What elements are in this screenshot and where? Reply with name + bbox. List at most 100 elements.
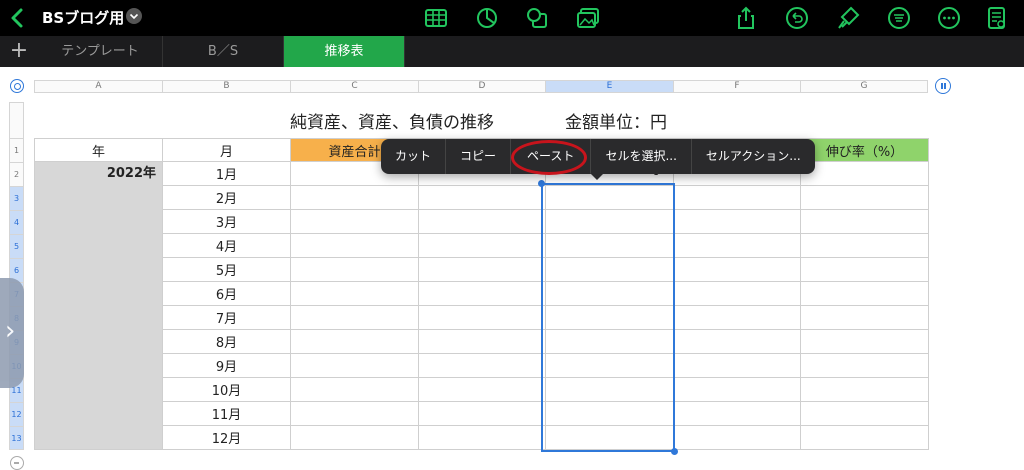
table-cell[interactable] — [290, 257, 419, 282]
select-all-icon[interactable] — [10, 79, 24, 93]
row-header-3[interactable]: 3 — [9, 186, 24, 210]
table-cell[interactable] — [800, 425, 929, 450]
column-header-b[interactable]: B — [162, 80, 290, 93]
month-cell[interactable]: 1月 — [162, 161, 291, 186]
table-cell[interactable] — [418, 209, 546, 234]
year-cell[interactable]: 2022年 — [34, 161, 163, 450]
menu-item-select-cells[interactable]: セルを選択... — [591, 139, 692, 174]
row-header-1[interactable]: 1 — [9, 138, 24, 162]
freeze-columns-icon[interactable] — [935, 78, 951, 94]
table-cell[interactable] — [418, 257, 546, 282]
month-cell[interactable]: 6月 — [162, 281, 291, 306]
table-icon[interactable] — [423, 5, 449, 31]
format-brush-icon[interactable] — [835, 5, 861, 31]
table-cell[interactable] — [418, 233, 546, 258]
table-cell[interactable] — [290, 233, 419, 258]
sidebar-toggle[interactable]: › — [0, 278, 24, 388]
list-icon[interactable] — [886, 5, 912, 31]
month-cell[interactable]: 9月 — [162, 353, 291, 378]
column-header-g[interactable]: G — [800, 80, 928, 93]
month-cell[interactable]: 12月 — [162, 425, 291, 450]
menu-item-cut[interactable]: カット — [381, 139, 447, 174]
month-cell[interactable]: 5月 — [162, 257, 291, 282]
back-chevron-icon[interactable] — [8, 6, 28, 30]
remove-row-icon[interactable] — [10, 456, 24, 470]
table-cell[interactable] — [800, 233, 929, 258]
table-cell[interactable] — [290, 353, 419, 378]
table-cell[interactable] — [290, 401, 419, 426]
tab-transition[interactable]: 推移表 — [284, 36, 405, 67]
month-cell[interactable]: 11月 — [162, 401, 291, 426]
row-header-4[interactable]: 4 — [9, 210, 24, 234]
menu-item-copy[interactable]: コピー — [446, 139, 512, 174]
month-cell[interactable]: 10月 — [162, 377, 291, 402]
add-sheet-icon[interactable]: + — [0, 36, 38, 67]
month-cell[interactable]: 2月 — [162, 185, 291, 210]
undo-icon[interactable] — [784, 5, 810, 31]
table-cell[interactable] — [800, 209, 929, 234]
table-cell[interactable] — [800, 305, 929, 330]
column-header-c[interactable]: C — [290, 80, 418, 93]
table-cell[interactable] — [418, 377, 546, 402]
table-cell[interactable] — [800, 377, 929, 402]
table-cell[interactable] — [673, 353, 801, 378]
media-icon[interactable] — [575, 5, 601, 31]
table-cell[interactable] — [673, 257, 801, 282]
table-cell[interactable] — [800, 161, 929, 186]
table-cell[interactable] — [290, 329, 419, 354]
selection-handle-top[interactable] — [538, 180, 545, 187]
table-cell[interactable] — [673, 305, 801, 330]
table-cell[interactable] — [418, 401, 546, 426]
table-cell[interactable] — [800, 281, 929, 306]
table-cell[interactable] — [800, 353, 929, 378]
row-header-12[interactable]: 12 — [9, 402, 24, 426]
table-cell[interactable] — [673, 185, 801, 210]
table-cell[interactable] — [290, 305, 419, 330]
header-month[interactable]: 月 — [162, 138, 291, 162]
header-year[interactable]: 年 — [34, 138, 163, 162]
column-header-e[interactable]: E — [545, 80, 673, 93]
sheet-title[interactable]: 純資産、資産、負債の推移 — [290, 108, 494, 133]
table-cell[interactable] — [290, 185, 419, 210]
tab-bs[interactable]: B／S — [163, 36, 284, 67]
row-header-2[interactable]: 2 — [9, 162, 24, 186]
menu-item-cell-actions[interactable]: セルアクション... — [692, 139, 815, 174]
month-cell[interactable]: 3月 — [162, 209, 291, 234]
column-header-f[interactable]: F — [673, 80, 800, 93]
table-cell[interactable] — [418, 353, 546, 378]
table-cell[interactable] — [673, 425, 801, 450]
table-cell[interactable] — [673, 209, 801, 234]
share-icon[interactable] — [733, 5, 759, 31]
table-cell[interactable] — [673, 401, 801, 426]
unit-label[interactable]: 金額単位：円 — [565, 108, 667, 133]
table-cell[interactable] — [290, 377, 419, 402]
table-cell[interactable] — [418, 305, 546, 330]
shape-icon[interactable] — [524, 5, 550, 31]
table-cell[interactable] — [673, 281, 801, 306]
selection-handle-bottom[interactable] — [671, 448, 678, 455]
column-header-a[interactable]: A — [34, 80, 162, 93]
document-title[interactable]: BSブログ用 — [42, 7, 124, 28]
table-cell[interactable] — [673, 233, 801, 258]
month-cell[interactable]: 8月 — [162, 329, 291, 354]
more-icon[interactable] — [936, 5, 962, 31]
chevron-down-icon[interactable] — [126, 8, 142, 24]
column-header-d[interactable]: D — [418, 80, 545, 93]
document-icon[interactable] — [984, 5, 1010, 31]
table-cell[interactable] — [290, 281, 419, 306]
table-cell[interactable] — [800, 257, 929, 282]
chart-icon[interactable] — [474, 5, 500, 31]
month-cell[interactable]: 4月 — [162, 233, 291, 258]
table-cell[interactable] — [673, 329, 801, 354]
table-cell[interactable] — [673, 377, 801, 402]
table-cell[interactable] — [418, 425, 546, 450]
table-cell[interactable] — [418, 185, 546, 210]
table-cell[interactable] — [290, 425, 419, 450]
month-cell[interactable]: 7月 — [162, 305, 291, 330]
table-cell[interactable] — [800, 329, 929, 354]
header-growth-rate[interactable]: 伸び率（%） — [800, 138, 929, 162]
tab-template[interactable]: テンプレート — [38, 36, 163, 67]
row-header-5[interactable]: 5 — [9, 234, 24, 258]
table-cell[interactable] — [800, 185, 929, 210]
table-cell[interactable] — [418, 281, 546, 306]
